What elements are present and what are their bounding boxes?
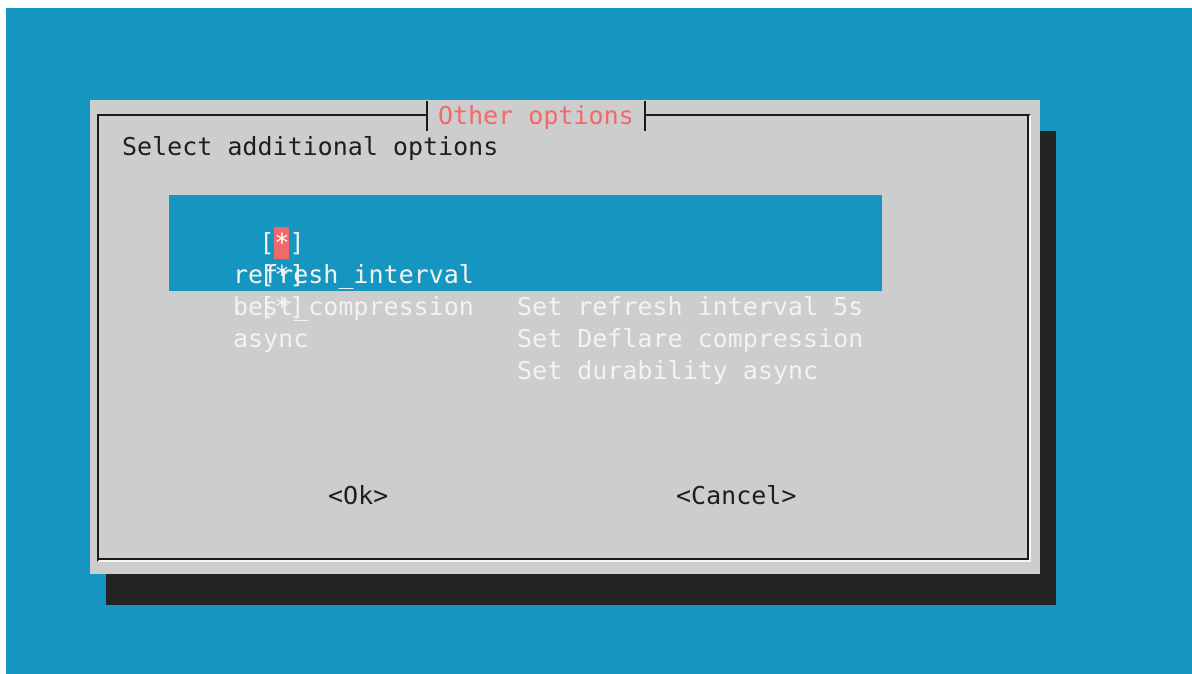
dialog-prompt: Select additional options	[122, 132, 499, 161]
option-tag: async	[233, 324, 309, 353]
checklist-dialog: Other options Select additional options …	[90, 100, 1040, 574]
options-checklist: [*] refresh_interval Set refresh interva…	[169, 195, 882, 385]
checkbox-mark: *	[274, 292, 290, 321]
option-refresh-interval[interactable]: [*] refresh_interval Set refresh interva…	[169, 195, 882, 321]
checkbox[interactable]: [*]	[259, 291, 304, 323]
option-description: Set durability async	[517, 356, 819, 385]
option-best-compression[interactable]: [*] best_compression Set Deflare compres…	[169, 227, 882, 353]
option-description: Set refresh interval 5s	[517, 292, 864, 321]
option-async[interactable]: [*] async Set durability async	[169, 259, 882, 385]
cancel-button[interactable]: <Cancel>	[676, 481, 796, 511]
dialog-title: Other options	[426, 101, 646, 131]
ok-button[interactable]: <Ok>	[328, 481, 388, 511]
option-description: Set Deflare compression	[517, 324, 864, 353]
